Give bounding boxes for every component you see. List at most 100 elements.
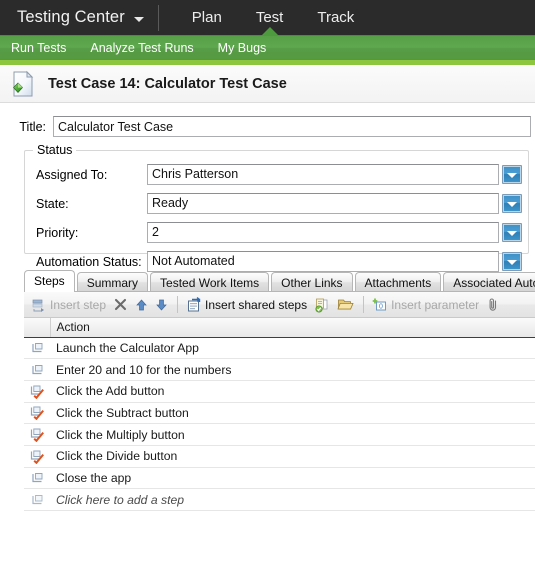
- page-header: Test Case 14: Calculator Test Case: [0, 65, 535, 103]
- tab-other-links[interactable]: Other Links: [271, 272, 353, 292]
- secondary-navigation-bar: Run Tests Analyze Test Runs My Bugs: [0, 35, 535, 60]
- nav-item-plan-label: Plan: [191, 9, 222, 26]
- table-row[interactable]: Click the Multiply button: [24, 423, 535, 446]
- nav-item-test-label: Test: [255, 9, 284, 26]
- row-icon-cell: [24, 337, 50, 360]
- nav-item-test[interactable]: Test: [239, 0, 301, 36]
- tab-steps[interactable]: Steps: [24, 270, 75, 292]
- priority-input[interactable]: 2: [147, 222, 499, 243]
- step-action-text[interactable]: Launch the Calculator App: [50, 337, 535, 360]
- row-icon-cell: [24, 467, 50, 490]
- automation-status-label: Automation Status:: [36, 254, 142, 269]
- table-row[interactable]: Launch the Calculator App: [24, 337, 535, 360]
- title-input[interactable]: Calculator Test Case: [53, 116, 531, 137]
- table-row[interactable]: Close the app: [24, 467, 535, 490]
- step-icon: [31, 364, 42, 374]
- insert-parameter-button[interactable]: 0 Insert parameter: [369, 294, 482, 315]
- step-validation-icon: [30, 450, 44, 464]
- tab-summary-label: Summary: [86, 276, 139, 290]
- insert-parameter-icon: 0: [372, 298, 387, 310]
- step-action-text[interactable]: Click the Add button: [50, 380, 535, 403]
- tab-steps-label: Steps: [34, 274, 65, 288]
- add-step-placeholder-text[interactable]: Click here to add a step: [50, 488, 535, 511]
- tab-associated-automation[interactable]: Associated Autom: [443, 272, 535, 292]
- attachment-button[interactable]: [483, 294, 503, 315]
- tab-attachments-label: Attachments: [364, 276, 432, 290]
- insert-step-label: Insert step: [50, 297, 107, 312]
- step-validation-icon: [30, 406, 44, 421]
- grid-header-action-column[interactable]: Action: [50, 318, 535, 338]
- field-row-automation-status: Automation Status: Not Automated: [25, 251, 528, 272]
- tab-other-links-label: Other Links: [281, 276, 343, 290]
- status-group: Status Assigned To: Chris Patterson Stat…: [24, 143, 529, 272]
- insert-step-icon: [32, 299, 44, 312]
- table-row[interactable]: Enter 20 and 10 for the numbers: [24, 358, 535, 381]
- row-icon-cell: [24, 380, 50, 403]
- title-field-row: Title: Calculator Test Case: [0, 103, 535, 137]
- active-tab-indicator-icon: [260, 27, 279, 36]
- subnav-item-analyze-test-runs[interactable]: Analyze Test Runs: [78, 36, 205, 60]
- subnav-item-my-bugs[interactable]: My Bugs: [206, 36, 279, 60]
- automation-status-dropdown-button[interactable]: [502, 252, 522, 271]
- row-icon-cell: [24, 488, 50, 511]
- state-label: State:: [36, 196, 69, 211]
- assigned-to-input[interactable]: Chris Patterson: [147, 164, 499, 185]
- automation-status-input[interactable]: Not Automated: [147, 251, 499, 272]
- delete-x-icon: [114, 298, 127, 311]
- page-title: Test Case 14: Calculator Test Case: [48, 75, 287, 92]
- automation-status-control: Not Automated: [147, 251, 522, 272]
- step-icon: [31, 343, 42, 353]
- table-row[interactable]: Click the Subtract button: [24, 402, 535, 425]
- grid-header-icon-column: [24, 318, 51, 338]
- table-row[interactable]: Click the Add button: [24, 380, 535, 403]
- create-shared-steps-button[interactable]: [311, 294, 333, 315]
- step-icon: [31, 494, 42, 504]
- assigned-to-dropdown-button[interactable]: [502, 165, 522, 184]
- delete-step-button[interactable]: [110, 294, 131, 315]
- step-icon: [31, 473, 42, 483]
- step-action-text[interactable]: Click the Subtract button: [50, 402, 535, 425]
- row-icon-cell: [24, 423, 50, 446]
- insert-shared-steps-icon: [188, 296, 201, 311]
- table-row-add-step[interactable]: Click here to add a step: [24, 488, 535, 511]
- table-row[interactable]: Click the Divide button: [24, 445, 535, 468]
- state-dropdown-button[interactable]: [502, 194, 522, 213]
- priority-label: Priority:: [36, 225, 79, 240]
- steps-grid-header: Action: [24, 318, 535, 338]
- subnav-item-run-tests[interactable]: Run Tests: [0, 36, 78, 60]
- row-icon-cell: [24, 445, 50, 468]
- svg-text:0: 0: [379, 303, 383, 310]
- steps-grid-body: Launch the Calculator App Enter 20 and 1…: [24, 337, 535, 511]
- move-step-down-button[interactable]: [152, 294, 171, 315]
- tab-attachments[interactable]: Attachments: [354, 272, 442, 292]
- paperclip-icon: [489, 298, 497, 311]
- form-body: Title: Calculator Test Case Status Assig…: [0, 103, 535, 512]
- subnav-item-my-bugs-label: My Bugs: [217, 41, 267, 55]
- state-input[interactable]: Ready: [147, 193, 499, 214]
- insert-shared-steps-button[interactable]: Insert shared steps: [183, 294, 310, 315]
- detail-tabs: Steps Summary Tested Work Items Other Li…: [24, 270, 535, 292]
- step-action-text[interactable]: Click the Multiply button: [50, 423, 535, 446]
- step-action-text[interactable]: Close the app: [50, 467, 535, 490]
- tab-summary[interactable]: Summary: [76, 272, 149, 292]
- open-shared-steps-button[interactable]: [334, 294, 357, 315]
- step-validation-icon: [30, 385, 44, 399]
- grid-header-row: Action: [24, 318, 535, 338]
- tab-tested-work-items[interactable]: Tested Work Items: [150, 272, 270, 292]
- priority-dropdown-button[interactable]: [502, 223, 522, 242]
- step-action-text[interactable]: Click the Divide button: [50, 445, 535, 468]
- insert-step-button[interactable]: Insert step: [28, 294, 109, 315]
- subnav-item-run-tests-label: Run Tests: [11, 41, 67, 55]
- toolbar-divider-2: [363, 296, 365, 313]
- tab-tested-work-items-label: Tested Work Items: [160, 276, 260, 290]
- steps-grid: Action Launch the Calculator App Enter 2…: [24, 318, 535, 511]
- arrow-down-icon: [156, 299, 167, 311]
- nav-item-plan[interactable]: Plan: [175, 0, 239, 35]
- steps-panel: Insert step Insert shared steps 0 Insert…: [24, 291, 535, 511]
- subnav-item-analyze-test-runs-label: Analyze Test Runs: [90, 41, 194, 55]
- nav-item-track[interactable]: Track: [300, 0, 371, 35]
- brand-menu-button[interactable]: Testing Center: [0, 0, 158, 35]
- step-action-text[interactable]: Enter 20 and 10 for the numbers: [50, 358, 535, 381]
- tab-associated-automation-label: Associated Autom: [453, 276, 535, 290]
- move-step-up-button[interactable]: [132, 294, 151, 315]
